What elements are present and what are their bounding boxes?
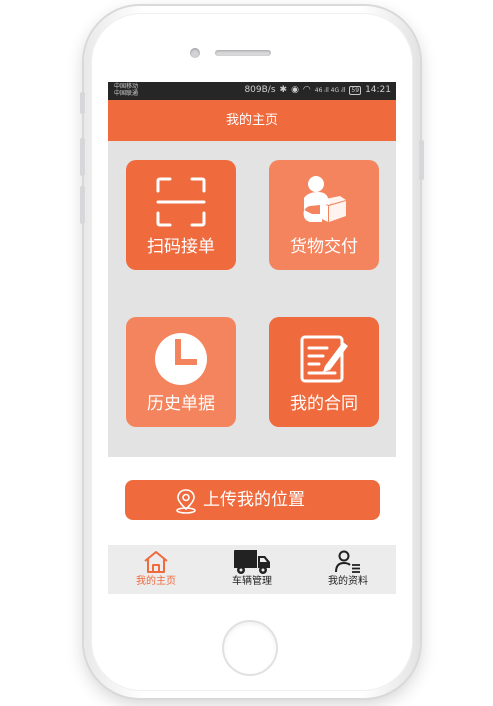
tab-profile-label: 我的资料	[328, 576, 368, 587]
page-title: 我的主页	[108, 100, 396, 141]
volume-down-button	[80, 186, 85, 224]
app-screen: 中国移动 中国联通 809B/s ✱ ◉ ◠ 46 ᵢll 4G ᵢll 59 …	[108, 82, 396, 594]
carrier-1: 中国移动	[114, 83, 139, 90]
tab-home-label: 我的主页	[136, 576, 176, 587]
clock-time: 14:21	[365, 85, 391, 95]
truck-icon	[234, 550, 270, 574]
goods-delivery-tile[interactable]: 货物交付	[269, 160, 379, 270]
volume-up-button	[80, 138, 85, 176]
signal-icon: 46 ᵢll 4G ᵢll	[314, 87, 346, 94]
scan-order-tile[interactable]: 扫码接单	[126, 160, 236, 270]
status-bar: 中国移动 中国联通 809B/s ✱ ◉ ◠ 46 ᵢll 4G ᵢll 59 …	[108, 82, 396, 100]
contract-icon	[300, 335, 348, 383]
power-button	[419, 140, 424, 180]
tab-my-profile[interactable]: 我的资料	[300, 545, 396, 594]
carrier-2: 中国联通	[114, 90, 139, 97]
tab-home[interactable]: 我的主页	[108, 545, 204, 594]
scan-icon	[156, 177, 206, 227]
eye-icon: ◉	[291, 85, 299, 95]
home-button[interactable]	[222, 620, 278, 676]
bottom-tab-bar: 我的主页 车辆管理 我的资料	[108, 545, 396, 594]
clock-icon	[155, 333, 207, 385]
scan-order-label: 扫码接单	[147, 237, 215, 257]
tab-vehicle-label: 车辆管理	[232, 576, 272, 587]
history-orders-label: 历史单据	[147, 394, 215, 414]
battery-icon: 59	[349, 86, 362, 95]
upload-location-button[interactable]: 上传我的位置	[125, 480, 380, 520]
history-orders-tile[interactable]: 历史单据	[126, 317, 236, 427]
profile-icon	[335, 550, 360, 573]
status-indicators: 809B/s ✱ ◉ ◠ 46 ᵢll 4G ᵢll 59 14:21	[244, 84, 391, 97]
my-contract-label: 我的合同	[290, 394, 358, 414]
my-contract-tile[interactable]: 我的合同	[269, 317, 379, 427]
bluetooth-icon: ✱	[279, 85, 288, 95]
delivery-icon	[303, 176, 346, 222]
net-speed: 809B/s	[244, 85, 276, 95]
carrier-labels: 中国移动 中国联通	[114, 83, 138, 97]
front-camera	[190, 48, 200, 58]
wifi-icon: ◠	[302, 85, 311, 95]
mute-switch	[80, 92, 85, 114]
goods-delivery-label: 货物交付	[290, 237, 358, 257]
location-pin-icon	[176, 489, 196, 514]
home-icon	[144, 551, 168, 573]
tab-vehicle-management[interactable]: 车辆管理	[204, 545, 300, 594]
dashboard-grid: 扫码接单 货物交付 历史单据 我的合同	[108, 141, 396, 457]
earpiece-speaker	[215, 50, 271, 56]
upload-location-label: 上传我的位置	[203, 490, 305, 510]
